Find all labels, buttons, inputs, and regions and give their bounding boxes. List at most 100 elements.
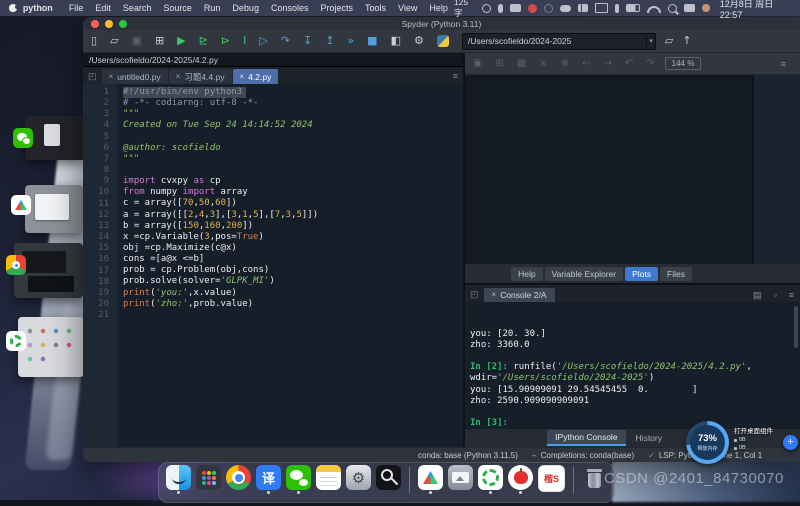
new-file-icon[interactable]: ▯ — [91, 31, 97, 51]
finder-dock-icon-wrap[interactable] — [166, 465, 191, 494]
tab-untitled0.py[interactable]: untitled0.py — [102, 69, 168, 84]
menu-search[interactable]: Search — [123, 3, 152, 13]
tab-习题4.4.py[interactable]: 习题4.4.py — [169, 69, 232, 84]
screen-mirroring-icon[interactable] — [595, 3, 608, 13]
settings-dock-icon[interactable]: ⚙ — [346, 465, 371, 490]
close-tab-icon[interactable] — [492, 290, 497, 299]
remove-all-plots-icon[interactable]: ⊗ — [561, 58, 569, 69]
tab-help[interactable]: Help — [511, 267, 542, 281]
netdisk-dock-icon-wrap[interactable] — [418, 465, 443, 494]
stop-icon[interactable]: ■ — [367, 31, 377, 51]
continue-icon[interactable]: » — [347, 31, 354, 51]
menu-help[interactable]: Help — [429, 3, 448, 13]
active-app-menu[interactable]: python — [23, 3, 53, 13]
chevron-down-icon[interactable]: ▾ — [646, 35, 655, 48]
options-square-icon[interactable]: ▫ — [768, 290, 783, 300]
completions-status[interactable]: Completions: conda(base) — [541, 451, 634, 460]
save-all-plots-icon[interactable]: ⊞ — [495, 58, 503, 69]
menu-consoles[interactable]: Consoles — [271, 3, 309, 13]
bluetooth-icon[interactable] — [615, 4, 619, 13]
menu-run[interactable]: Run — [204, 3, 221, 13]
step-over-icon[interactable]: ↷ — [281, 31, 290, 51]
menu-clock[interactable]: 12月8日 周日 22:57 — [720, 0, 792, 20]
chrome-dock-icon-wrap[interactable] — [226, 465, 251, 490]
menu-edit[interactable]: Edit — [95, 3, 111, 13]
launchpad-dock-icon-wrap[interactable] — [196, 465, 221, 490]
green-ring-dock-icon[interactable] — [478, 465, 503, 490]
editor-options-menu-icon[interactable]: ≡ — [448, 68, 463, 84]
stage-window-chrome[interactable] — [14, 243, 83, 298]
apple-menu-icon[interactable] — [9, 4, 17, 12]
stage-window-netdisk[interactable] — [25, 185, 83, 233]
tab-history[interactable]: History — [628, 431, 670, 445]
memory-cleaner-widget[interactable]: 73% 释放内存 打开桌面组件 0B 0B + — [686, 421, 800, 466]
run-cell-icon[interactable]: ⊵ — [199, 31, 208, 51]
input-source-icon[interactable] — [482, 4, 491, 13]
tab-ipython-console[interactable]: IPython Console — [547, 430, 625, 446]
working-directory-combobox[interactable]: /Users/scofieldo/2024-2025 ▾ — [462, 33, 656, 50]
open-file-icon[interactable]: ▱ — [110, 31, 118, 51]
close-tab-icon[interactable] — [109, 72, 114, 81]
code-editor[interactable]: 123456789101112131415161718192021 #!/usr… — [83, 84, 463, 447]
tab-variable-explorer[interactable]: Variable Explorer — [545, 267, 624, 281]
finder-dock-icon[interactable] — [166, 465, 191, 490]
preferences-wrench-icon[interactable]: ⚙ — [414, 31, 424, 51]
stage-window-wechat[interactable] — [25, 116, 85, 160]
ks-app-dock-icon[interactable]: 楷S — [538, 465, 565, 492]
focus-icon[interactable] — [702, 4, 710, 12]
run-cell-advance-icon[interactable]: ⊳ — [221, 31, 230, 51]
next-plot-icon[interactable]: → — [603, 58, 611, 69]
chrome-dock-icon[interactable] — [226, 465, 251, 490]
settings-dock-icon-wrap[interactable]: ⚙ — [346, 465, 371, 490]
tab-console-2a[interactable]: Console 2/A — [484, 288, 555, 302]
netdisk-dock-icon[interactable] — [418, 465, 443, 490]
translate-dock-icon[interactable]: 译 — [256, 465, 281, 490]
copy-plot-icon[interactable]: ▦ — [517, 58, 526, 69]
gallery-dock-icon-wrap[interactable] — [448, 465, 473, 490]
step-out-icon[interactable]: ↥ — [325, 31, 334, 51]
menu-source[interactable]: Source — [163, 3, 192, 13]
run-selection-icon[interactable]: I — [243, 31, 246, 51]
tab-plots[interactable]: Plots — [625, 267, 658, 281]
parent-directory-icon[interactable]: ↑ — [682, 31, 691, 51]
memory-gauge[interactable]: 73% 释放内存 — [686, 421, 729, 464]
ks-app-dock-icon-wrap[interactable]: 楷S — [538, 465, 565, 492]
gallery-dock-icon[interactable] — [448, 465, 473, 490]
input-method-badge[interactable]: 125字 — [454, 0, 475, 19]
menu-projects[interactable]: Projects — [320, 3, 353, 13]
browse-directory-icon[interactable]: ▱ — [665, 31, 673, 51]
plots-zoom-level[interactable]: 144 % — [665, 57, 702, 70]
remove-plot-icon[interactable]: × — [539, 58, 547, 69]
previous-plot-icon[interactable]: ← — [582, 58, 590, 69]
plots-options-menu-icon[interactable]: ≡ — [775, 59, 792, 69]
menu-tools[interactable]: Tools — [365, 3, 386, 13]
red-apple-dock-icon-wrap[interactable] — [508, 465, 533, 494]
tab-4.2.py[interactable]: 4.2.py — [233, 69, 279, 84]
console-output[interactable]: you: [20. 30.]zho: 3360.0 In [2]: runfil… — [465, 302, 800, 429]
save-all-icon[interactable]: ⊞ — [155, 31, 164, 51]
spotlight-icon[interactable] — [668, 4, 677, 13]
translate-dock-icon-wrap[interactable]: 译 — [256, 465, 281, 494]
wechat-dock-icon[interactable] — [286, 465, 311, 490]
hamburger-menu-icon[interactable]: ≡ — [783, 290, 800, 300]
display-icon[interactable] — [684, 4, 695, 12]
stage-window-greenring[interactable] — [18, 317, 84, 377]
tab-files[interactable]: Files — [660, 267, 692, 281]
save-plot-icon[interactable]: ▣ — [473, 58, 482, 69]
launchpad-dock-icon[interactable] — [196, 465, 221, 490]
save-icon[interactable]: ▣ — [132, 31, 142, 51]
code-text[interactable]: #!/usr/bin/env python3# -*- codiarng: ut… — [117, 84, 463, 447]
python-env-icon[interactable] — [437, 35, 449, 47]
menu-file[interactable]: File — [69, 3, 84, 13]
wechat-dock-icon-wrap[interactable] — [286, 465, 311, 494]
mic-icon[interactable] — [498, 4, 503, 13]
browse-tabs-icon[interactable]: ◰ — [83, 68, 102, 84]
step-into-icon[interactable]: ↧ — [303, 31, 312, 51]
panes-layout-icon[interactable]: ◧ — [391, 31, 401, 51]
notes-dock-icon[interactable] — [316, 465, 341, 490]
battery-icon[interactable] — [626, 4, 640, 12]
keyboard-icon[interactable] — [510, 4, 521, 12]
red-apple-dock-icon[interactable] — [508, 465, 533, 490]
browse-consoles-icon[interactable]: ◰ — [465, 286, 484, 302]
plots-content-area[interactable] — [465, 75, 800, 264]
